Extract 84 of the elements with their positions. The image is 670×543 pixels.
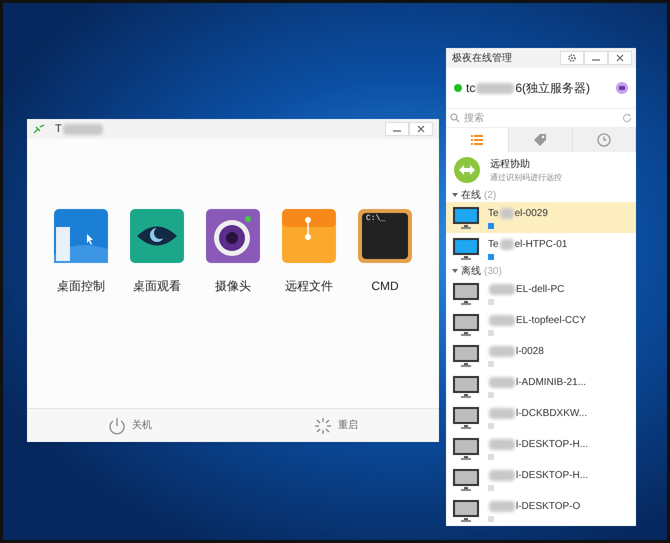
blurred-text [500, 208, 514, 219]
list-icon [471, 135, 484, 145]
minimize-button[interactable] [584, 51, 608, 65]
app-label[interactable]: 摄像头 [215, 277, 251, 295]
device-row[interactable]: Te el-0029 [446, 202, 636, 233]
device-name: l-DESKTOP-H... [516, 469, 588, 483]
caret-icon[interactable] [452, 192, 458, 198]
loading-spinner-icon [314, 416, 332, 434]
search-icon [450, 113, 460, 123]
blurred-text [489, 439, 515, 450]
close-icon [615, 53, 625, 63]
remote-help-title[interactable]: 远程协助 [490, 156, 562, 172]
device-name: l-ADMINIB-21... [516, 376, 586, 390]
minimize-button[interactable] [385, 122, 409, 136]
device-row[interactable]: EL-topfeel-CCY [446, 309, 636, 340]
monitor-icon [452, 282, 480, 306]
app-label[interactable]: 桌面观看 [133, 277, 181, 295]
blurred-text [489, 470, 515, 481]
group-name[interactable]: 在线 [461, 188, 481, 202]
blurred-text [489, 377, 515, 388]
device-row[interactable]: l-DESKTOP-O [446, 495, 636, 526]
device-name: l-0028 [516, 345, 544, 359]
terminal-icon[interactable]: C:\_ [358, 209, 412, 263]
device-name: EL-dell-PC [516, 283, 564, 297]
caret-icon[interactable] [452, 268, 458, 274]
device-row[interactable]: l-DESKTOP-H... [446, 464, 636, 495]
device-row[interactable]: l-ADMINIB-21... [446, 371, 636, 402]
device-row[interactable]: Te el-HTPC-01 [446, 233, 636, 264]
app-label[interactable]: 远程文件 [285, 277, 333, 295]
settings-icon [567, 53, 577, 63]
device-name: Te [488, 238, 499, 252]
account-name: tc [466, 80, 476, 97]
blurred-text [500, 239, 514, 250]
monitor-icon [452, 236, 480, 260]
search-field[interactable]: 搜索 [464, 110, 622, 126]
device-name: el-HTPC-01 [514, 238, 568, 252]
blurred-text [476, 82, 514, 94]
blurred-text [489, 346, 515, 357]
device-row[interactable]: l-0028 [446, 340, 636, 371]
blurred-text [489, 408, 515, 419]
monitor-icon [452, 374, 480, 398]
app-label[interactable]: 桌面控制 [57, 277, 105, 295]
monitor-icon [452, 436, 480, 460]
device-row[interactable]: EL-dell-PC [446, 278, 636, 309]
monitor-icon [452, 406, 480, 430]
blurred-text [62, 124, 103, 134]
device-name: l-DESKTOP-H... [516, 438, 588, 452]
clock-icon [596, 133, 611, 147]
blurred-text [489, 315, 515, 326]
panel-title: 极夜在线管理 [452, 52, 512, 66]
monitor-icon [452, 312, 480, 336]
app-label[interactable]: CMD [371, 277, 399, 295]
device-row[interactable]: l-DESKTOP-H... [446, 433, 636, 464]
monitor-icon [452, 344, 480, 368]
close-button[interactable] [608, 51, 632, 65]
link-icon [33, 124, 45, 134]
device-name: Te [488, 207, 499, 221]
monitor-icon [452, 498, 480, 522]
device-row[interactable]: l-DCKBDXKW... [446, 402, 636, 433]
group-name[interactable]: 离线 [461, 264, 481, 278]
blurred-text [489, 501, 515, 512]
monitor-icon [452, 468, 480, 492]
device-name: el-0029 [514, 207, 548, 221]
footer-button[interactable]: 重启 [338, 418, 358, 433]
desktop-icon[interactable] [54, 209, 108, 263]
group-count: (2) [484, 188, 496, 202]
device-name: l-DESKTOP-O [516, 500, 580, 514]
device-name: EL-topfeel-CCY [516, 314, 586, 328]
eye-icon[interactable] [130, 209, 184, 263]
remote-help-subtitle: 通过识别码进行远控 [490, 172, 562, 184]
device-name: l-DCKBDXKW... [516, 407, 588, 421]
settings-button[interactable] [560, 51, 584, 65]
tag-icon [533, 133, 548, 147]
camera-icon[interactable] [206, 209, 260, 263]
account-name: 6(独立服务器) [515, 80, 590, 97]
footer-button[interactable]: 关机 [132, 418, 152, 433]
window-title: T [55, 122, 62, 137]
power-icon [108, 416, 126, 434]
close-button[interactable] [409, 122, 433, 136]
group-count: (30) [484, 264, 502, 278]
monitor-icon [452, 206, 480, 230]
screen-badge-icon[interactable] [616, 82, 628, 94]
blurred-text [489, 284, 515, 295]
close-icon [416, 124, 426, 134]
